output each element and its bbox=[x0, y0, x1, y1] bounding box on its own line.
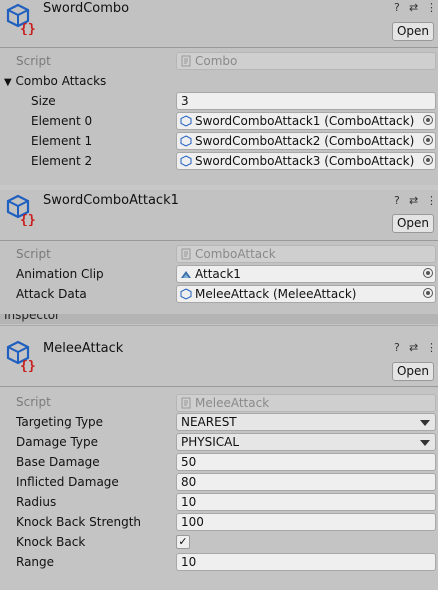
script-icon bbox=[181, 397, 191, 409]
more-icon[interactable]: ⋮ bbox=[426, 341, 437, 355]
animation-clip-icon bbox=[181, 271, 191, 278]
object-picker-icon[interactable] bbox=[423, 155, 433, 165]
element-1-field[interactable]: SwordComboAttack2 (ComboAttack) bbox=[176, 132, 436, 150]
script-field: ComboAttack bbox=[176, 245, 436, 263]
checkmark-icon: ✓ bbox=[178, 535, 188, 548]
svg-text:{}: {} bbox=[20, 22, 36, 35]
asset-cube-icon bbox=[180, 155, 192, 167]
svg-text:{}: {} bbox=[20, 213, 36, 226]
damage-type-label: Damage Type bbox=[16, 435, 99, 449]
help-icon[interactable]: ? bbox=[394, 194, 400, 208]
knock-back-label: Knock Back bbox=[16, 535, 86, 549]
attack-data-field[interactable]: MeleeAttack (MeleeAttack) bbox=[176, 285, 436, 303]
knock-back-strength-label: Knock Back Strength bbox=[16, 515, 142, 529]
chevron-down-icon bbox=[420, 420, 430, 426]
header-icons: ? ⇄ ⋮ bbox=[394, 341, 438, 355]
open-button[interactable]: Open bbox=[392, 362, 434, 381]
asset-cube-icon bbox=[180, 115, 192, 127]
script-icon bbox=[181, 55, 191, 67]
element-0-label: Element 0 bbox=[31, 114, 93, 128]
script-field: MeleeAttack bbox=[176, 394, 436, 412]
inspector-panel-meleeattack: {} MeleeAttack ? ⇄ ⋮ Open Script MeleeAt… bbox=[0, 324, 438, 590]
animation-clip-label: Animation Clip bbox=[16, 267, 104, 281]
targeting-type-label: Targeting Type bbox=[16, 415, 104, 429]
size-label: Size bbox=[31, 94, 56, 108]
divider bbox=[0, 386, 438, 387]
foldout-arrow-icon: ▼ bbox=[4, 77, 12, 88]
radius-label: Radius bbox=[16, 495, 57, 509]
base-damage-input[interactable]: 50 bbox=[176, 453, 436, 471]
chevron-down-icon bbox=[420, 440, 430, 446]
element-2-label: Element 2 bbox=[31, 154, 93, 168]
open-button[interactable]: Open bbox=[392, 214, 434, 233]
asset-title: MeleeAttack bbox=[43, 341, 124, 356]
asset-title: SwordComboAttack1 bbox=[43, 193, 179, 208]
damage-type-dropdown[interactable]: PHYSICAL bbox=[176, 433, 436, 451]
scriptable-object-icon: {} bbox=[6, 3, 36, 35]
knock-back-strength-input[interactable]: 100 bbox=[176, 513, 436, 531]
asset-cube-icon bbox=[180, 135, 192, 147]
inflicted-damage-input[interactable]: 80 bbox=[176, 473, 436, 491]
range-label: Range bbox=[16, 555, 55, 569]
header-icons: ? ⇄ ⋮ bbox=[394, 194, 438, 208]
inspector-panel-swordcombo: {} SwordCombo ? ⇄ ⋮ Open Script Combo ▼ … bbox=[0, 0, 438, 185]
targeting-type-dropdown[interactable]: NEAREST bbox=[176, 413, 436, 431]
attack-data-label: Attack Data bbox=[16, 287, 87, 301]
object-picker-icon[interactable] bbox=[423, 115, 433, 125]
base-damage-label: Base Damage bbox=[16, 455, 100, 469]
script-icon bbox=[181, 248, 191, 260]
more-icon[interactable]: ⋮ bbox=[426, 194, 437, 208]
element-0-field[interactable]: SwordComboAttack1 (ComboAttack) bbox=[176, 112, 436, 130]
object-picker-icon[interactable] bbox=[423, 288, 433, 298]
preset-icon[interactable]: ⇄ bbox=[409, 1, 418, 15]
divider bbox=[0, 240, 438, 241]
range-input[interactable]: 10 bbox=[176, 553, 436, 571]
preset-icon[interactable]: ⇄ bbox=[409, 341, 418, 355]
radius-input[interactable]: 10 bbox=[176, 493, 436, 511]
asset-cube-icon bbox=[180, 288, 192, 300]
animation-clip-field[interactable]: Attack1 bbox=[176, 265, 436, 283]
more-icon[interactable]: ⋮ bbox=[426, 1, 437, 15]
help-icon[interactable]: ? bbox=[394, 341, 400, 355]
scriptable-object-icon: {} bbox=[6, 340, 36, 372]
inspector-panel-swordcomboattack1: {} SwordComboAttack1 ? ⇄ ⋮ Open Script C… bbox=[0, 190, 438, 314]
divider bbox=[0, 325, 438, 326]
object-picker-icon[interactable] bbox=[423, 268, 433, 278]
scriptable-object-icon: {} bbox=[6, 194, 36, 226]
script-label: Script bbox=[16, 395, 51, 409]
script-label: Script bbox=[16, 247, 51, 261]
svg-text:{}: {} bbox=[20, 359, 36, 372]
element-1-label: Element 1 bbox=[31, 134, 93, 148]
open-button[interactable]: Open bbox=[392, 22, 434, 41]
inflicted-damage-label: Inflicted Damage bbox=[16, 475, 119, 489]
help-icon[interactable]: ? bbox=[394, 1, 400, 15]
asset-title: SwordCombo bbox=[43, 1, 130, 16]
knock-back-checkbox[interactable]: ✓ bbox=[176, 535, 190, 549]
size-input[interactable]: 3 bbox=[176, 92, 436, 110]
script-field: Combo bbox=[176, 52, 436, 70]
combo-attacks-foldout[interactable]: ▼ Combo Attacks bbox=[4, 74, 106, 88]
script-value: Combo bbox=[195, 54, 238, 68]
divider bbox=[0, 47, 438, 48]
preset-icon[interactable]: ⇄ bbox=[409, 194, 418, 208]
header-icons: ? ⇄ ⋮ bbox=[394, 1, 438, 15]
script-label: Script bbox=[16, 54, 51, 68]
object-picker-icon[interactable] bbox=[423, 135, 433, 145]
inspector-tab[interactable]: Inspector bbox=[4, 314, 60, 322]
inspector-tab-strip: Inspector bbox=[0, 314, 438, 324]
element-2-field[interactable]: SwordComboAttack3 (ComboAttack) bbox=[176, 152, 436, 170]
